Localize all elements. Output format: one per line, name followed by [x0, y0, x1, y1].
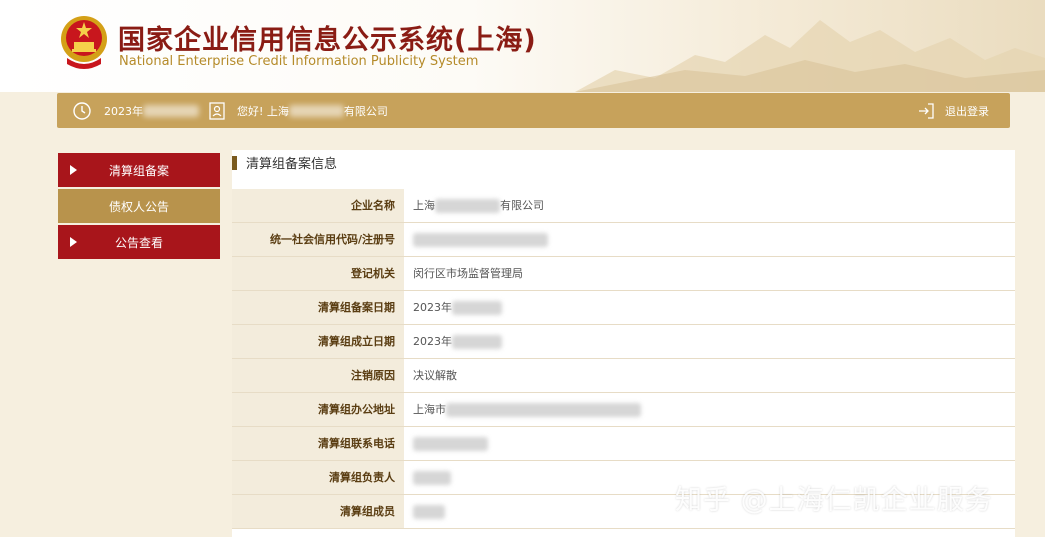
user-status-bar: 2023年 您好! 上海 有限公司 退出登录 — [57, 93, 1010, 128]
redacted-value — [452, 301, 502, 315]
row-label: 注销原因 — [232, 359, 404, 392]
company-suffix: 有限公司 — [343, 104, 388, 118]
redacted-value — [413, 233, 548, 247]
national-emblem-icon — [61, 16, 107, 69]
row-value: 上海 有限公司 — [404, 189, 1015, 222]
redacted-value — [413, 471, 451, 485]
row-label: 统一社会信用代码/注册号 — [232, 223, 404, 256]
login-date: 2023年 — [72, 93, 199, 128]
page-subtitle-english: National Enterprise Credit Information P… — [119, 54, 479, 69]
row-label: 登记机关 — [232, 257, 404, 290]
row-label: 清算组成员 — [232, 495, 404, 528]
sidebar-item-creditor-notice[interactable]: 债权人公告 — [58, 189, 220, 223]
redacted-date — [143, 104, 199, 117]
redacted-value — [413, 437, 488, 451]
row-label: 清算组办公地址 — [232, 393, 404, 426]
login-date-text: 2023年 — [104, 104, 143, 118]
redacted-value — [446, 403, 641, 417]
value-suffix: 有限公司 — [500, 199, 544, 212]
section-title: 清算组备案信息 — [246, 157, 338, 172]
redacted-value — [413, 505, 445, 519]
section-marker — [232, 156, 237, 170]
value-prefix: 上海市 — [413, 403, 446, 416]
play-arrow-icon — [70, 237, 77, 247]
sidebar-item-liquidation-filing[interactable]: 清算组备案 — [58, 153, 220, 187]
row-label: 清算组负责人 — [232, 461, 404, 494]
row-value: 闵行区市场监督管理局 — [413, 267, 523, 280]
redacted-value — [452, 335, 502, 349]
table-row-registration-authority: 登记机关 闵行区市场监督管理局 — [232, 257, 1015, 291]
site-header: 国家企业信用信息公示系统(上海) National Enterprise Cre… — [0, 0, 1045, 92]
logout-icon — [919, 102, 934, 119]
row-label: 清算组备案日期 — [232, 291, 404, 324]
logout-label[interactable]: 退出登录 — [945, 103, 989, 119]
sidebar-item-label: 清算组备案 — [108, 163, 169, 178]
table-row-office-address: 清算组办公地址 上海市 — [232, 393, 1015, 427]
redacted-company — [288, 104, 344, 117]
redacted-value — [435, 199, 500, 213]
user-greeting: 您好! 上海 有限公司 — [209, 93, 388, 128]
greeting-text: 您好! 上海 — [237, 104, 289, 118]
watermark-text: 知乎 @上海仁凯企业服务 — [675, 485, 993, 516]
row-value: 2023年 — [404, 325, 1015, 358]
row-value — [404, 223, 1015, 256]
row-value: 上海市 — [404, 393, 1015, 426]
sidebar-item-label: 债权人公告 — [108, 199, 169, 214]
table-row-cancellation-reason: 注销原因 决议解散 — [232, 359, 1015, 393]
row-label: 企业名称 — [232, 189, 404, 222]
table-row-filing-date: 清算组备案日期 2023年 — [232, 291, 1015, 325]
row-label: 清算组联系电话 — [232, 427, 404, 460]
row-value: 2023年 — [404, 291, 1015, 324]
value-prefix: 上海 — [413, 199, 435, 212]
row-value — [404, 427, 1015, 460]
row-label: 清算组成立日期 — [232, 325, 404, 358]
table-row-company-name: 企业名称 上海 有限公司 — [232, 189, 1015, 223]
table-row-credit-code: 统一社会信用代码/注册号 — [232, 223, 1015, 257]
user-card-icon — [209, 101, 225, 120]
logout-button[interactable]: 退出登录 — [917, 93, 989, 128]
row-value: 决议解散 — [413, 369, 457, 382]
sidebar-item-view-notices[interactable]: 公告查看 — [58, 225, 220, 259]
page-title: 国家企业信用信息公示系统(上海) — [118, 25, 537, 56]
sidebar-item-label: 公告查看 — [114, 235, 163, 250]
table-row-phone: 清算组联系电话 — [232, 427, 1015, 461]
mountain-landscape-decoration — [575, 20, 1045, 92]
clock-icon — [73, 101, 91, 120]
value-prefix: 2023年 — [413, 301, 452, 314]
play-arrow-icon — [70, 165, 77, 175]
value-prefix: 2023年 — [413, 335, 452, 348]
table-row-established-date: 清算组成立日期 2023年 — [232, 325, 1015, 359]
